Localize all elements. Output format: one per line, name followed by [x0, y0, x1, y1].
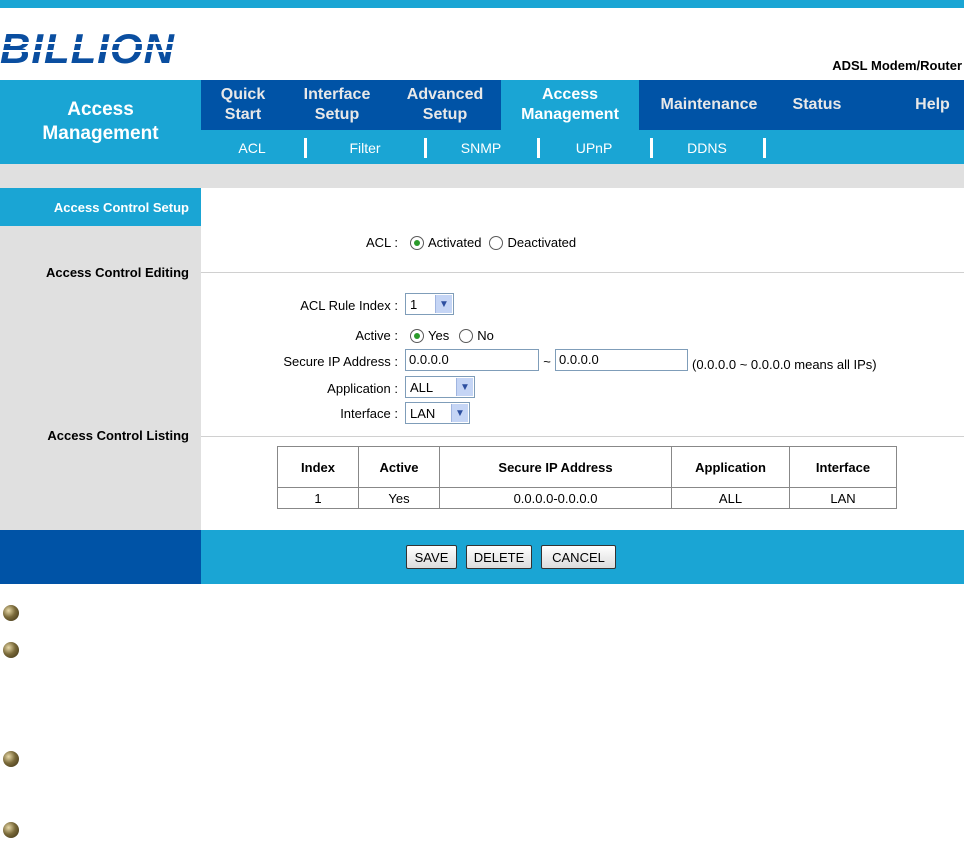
interface-label: Interface : [340, 406, 398, 421]
subnav-upnp[interactable]: UPnP [540, 136, 648, 160]
application-value: ALL [410, 379, 434, 395]
application-label: Application : [327, 381, 398, 396]
cell-active: Yes [358, 487, 440, 509]
secure-ip-label: Secure IP Address : [283, 354, 398, 369]
nav-help[interactable]: Help [901, 80, 964, 130]
bullet-icon [3, 751, 19, 767]
subnav-acl[interactable]: ACL [201, 136, 303, 160]
divider [201, 436, 964, 437]
svg-text:BILLION: BILLION [0, 26, 176, 72]
chevron-down-icon: ▼ [451, 404, 468, 422]
footer-left [0, 530, 201, 584]
nav-maintenance[interactable]: Maintenance [639, 80, 779, 130]
section-title: Access Management [0, 80, 201, 164]
bullet-icon [3, 605, 19, 621]
rule-index-label: ACL Rule Index : [300, 298, 398, 313]
ip-hint-text: (0.0.0.0 ~ 0.0.0.0 means all IPs) [692, 357, 877, 372]
col-application: Application [671, 446, 790, 488]
nav-status[interactable]: Status [779, 80, 855, 130]
nav-interface-setup[interactable]: Interface Setup [285, 80, 389, 130]
chevron-down-icon: ▼ [435, 295, 452, 313]
col-interface: Interface [789, 446, 897, 488]
nav-advanced-setup[interactable]: Advanced Setup [389, 80, 501, 130]
active-no-label: No [477, 328, 494, 343]
left-panel: Access Control Setup Access Control Edit… [0, 188, 201, 530]
access-control-editing-label: Access Control Editing [45, 265, 189, 280]
chevron-down-icon: ▼ [456, 378, 473, 396]
table-header-row: Index Active Secure IP Address Applicati… [277, 446, 897, 488]
active-label: Active : [355, 328, 398, 343]
top-accent-line [0, 0, 964, 8]
secure-ip-end-input[interactable]: 0.0.0.0 [555, 349, 688, 371]
secure-ip-start-input[interactable]: 0.0.0.0 [405, 349, 539, 371]
subnav-ddns[interactable]: DDNS [653, 136, 761, 160]
rule-index-value: 1 [410, 296, 418, 312]
save-button[interactable]: SAVE [406, 545, 457, 569]
acl-label: ACL : [365, 235, 398, 250]
table-row[interactable]: 1 Yes 0.0.0.0-0.0.0.0 ALL LAN [277, 487, 897, 509]
acl-activated-radio[interactable] [410, 235, 424, 250]
col-active: Active [358, 446, 440, 488]
active-yes-label: Yes [428, 328, 450, 343]
bullet-icon [3, 642, 19, 658]
delete-button[interactable]: DELETE [466, 545, 532, 569]
interface-value: LAN [410, 405, 436, 421]
access-control-table: Index Active Secure IP Address Applicati… [277, 446, 897, 509]
subnav-snmp[interactable]: SNMP [427, 136, 535, 160]
subnav-divider [763, 138, 766, 158]
cell-secure-ip: 0.0.0.0-0.0.0.0 [439, 487, 672, 509]
application-select[interactable]: ALL ▼ [405, 376, 475, 398]
rule-index-select[interactable]: 1 ▼ [405, 293, 454, 315]
spacer-band [0, 164, 964, 188]
cell-index: 1 [277, 487, 359, 509]
cell-application: ALL [671, 487, 790, 509]
product-name: ADSL Modem/Router [832, 58, 962, 73]
acl-deactivated-radio[interactable] [489, 235, 504, 250]
nav-quick-start[interactable]: Quick Start [201, 80, 285, 130]
interface-select[interactable]: LAN ▼ [405, 402, 470, 424]
acl-deactivated-label: Deactivated [507, 235, 577, 250]
main-nav: Quick Start Interface Setup Advanced Set… [201, 80, 964, 130]
active-no-radio[interactable] [459, 328, 474, 343]
range-tilde: ~ [543, 354, 551, 369]
section-title-text: Access Management [42, 99, 159, 144]
subnav-filter[interactable]: Filter [307, 136, 423, 160]
divider [201, 272, 964, 273]
cancel-button[interactable]: CANCEL [541, 545, 616, 569]
bullet-icon [3, 822, 19, 838]
active-yes-radio[interactable] [410, 328, 424, 343]
col-index: Index [277, 446, 359, 488]
cell-interface: LAN [789, 487, 897, 509]
sub-nav: ACL Filter SNMP UPnP DDNS [201, 130, 964, 164]
billion-logo: BILLION [0, 26, 190, 72]
access-control-listing-label: Access Control Listing [47, 428, 189, 443]
nav-access-management[interactable]: Access Management [501, 80, 639, 130]
access-control-setup-label: Access Control Setup [0, 188, 201, 226]
col-secure-ip: Secure IP Address [439, 446, 672, 488]
acl-activated-label: Activated [428, 235, 482, 250]
